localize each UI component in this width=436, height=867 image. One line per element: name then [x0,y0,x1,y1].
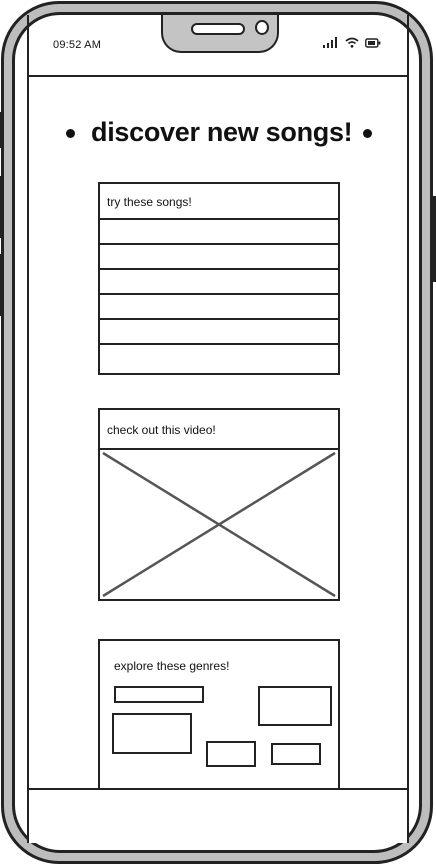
song-row[interactable] [100,270,338,295]
genre-chip[interactable] [114,686,204,703]
status-icons [323,37,381,48]
bullet-left [66,129,75,138]
genres-card: explore these genres! [98,639,340,799]
status-time: 09:52 AM [53,39,102,51]
speaker-grille [191,23,245,35]
video-card-title: check out this video! [100,410,338,450]
genre-chip[interactable] [271,743,321,765]
power-button [432,196,436,282]
volume-down-button [0,254,4,316]
genre-chip[interactable] [112,713,192,754]
bottom-bar [29,788,407,843]
video-card: check out this video! [98,408,340,601]
songs-card-title: try these songs! [100,184,338,220]
genres-card-title: explore these genres! [114,659,230,673]
page-title: discover new songs! [91,117,353,147]
volume-up-button [0,176,4,238]
status-bar: 09:52 AM [29,15,407,77]
video-placeholder[interactable] [100,450,338,599]
song-row[interactable] [100,220,338,245]
bullet-right [363,129,372,138]
song-row[interactable] [100,295,338,320]
battery-icon [365,38,381,48]
song-row[interactable] [100,245,338,270]
wifi-icon [345,37,359,48]
genre-chip[interactable] [206,741,256,767]
signal-icon [323,37,337,48]
notch [161,15,279,53]
front-camera [255,20,269,35]
song-row[interactable] [100,345,338,371]
genre-chip[interactable] [258,686,332,726]
heading-row: discover new songs! [29,115,407,155]
song-row[interactable] [100,320,338,345]
mute-switch [0,112,4,148]
songs-card: try these songs! [98,182,340,375]
phone-screen: 09:52 AM discover new songs! try these s… [27,15,409,843]
